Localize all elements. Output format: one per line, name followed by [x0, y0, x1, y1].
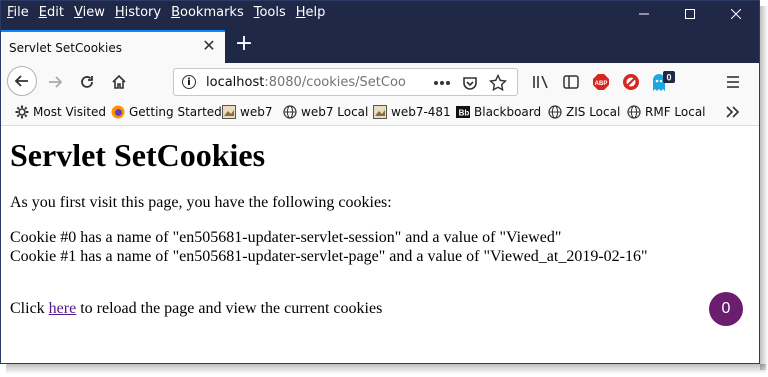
cookie-line: Cookie #0 has a name of "en505681-update…: [10, 229, 562, 246]
minimize-button[interactable]: [621, 1, 667, 27]
minimize-icon: [639, 13, 649, 15]
url-bar[interactable]: i localhost:8080/cookies/SetCook: [173, 68, 518, 96]
reload-button[interactable]: [73, 68, 101, 96]
window-shadow: [6, 364, 766, 374]
reload-instruction: Click here to reload the page and view t…: [10, 300, 382, 318]
script-blocker-button[interactable]: [617, 68, 645, 96]
firefox-icon: [111, 105, 125, 119]
ghostery-count: 0: [666, 73, 671, 83]
adblock-plus-button[interactable]: ABP: [587, 68, 615, 96]
arrow-left-icon: [14, 75, 28, 87]
bookmark-label: web7 Local: [301, 105, 369, 119]
blackboard-icon: Bb: [456, 106, 470, 118]
menu-button[interactable]: [719, 68, 747, 96]
maximize-icon: [685, 9, 695, 19]
intro-text: As you first visit this page, you have t…: [10, 194, 392, 211]
bookmark-star-icon[interactable]: [488, 73, 508, 93]
menu-bar: File Edit View History Bookmarks Tools H…: [1, 1, 759, 27]
reload-link[interactable]: here: [49, 300, 77, 317]
library-button[interactable]: [527, 68, 555, 96]
globe-icon: [548, 105, 562, 119]
menu-edit[interactable]: Edit: [39, 5, 64, 20]
home-button[interactable]: [105, 68, 133, 96]
sidebar-button[interactable]: [557, 68, 585, 96]
forward-button[interactable]: [41, 68, 69, 96]
url-path: :8080/cookies/SetCook: [264, 75, 406, 90]
tab-strip: Servlet SetCookies ✕ +: [1, 27, 759, 63]
bookmark-most-visited[interactable]: Most Visited: [15, 105, 106, 119]
globe-icon: [283, 105, 297, 119]
bookmark-web7-local[interactable]: web7 Local: [283, 105, 368, 119]
close-window-button[interactable]: [713, 1, 759, 27]
sidebar-icon: [563, 75, 579, 89]
bookmark-getting-started[interactable]: Getting Started: [111, 105, 222, 119]
menu-history[interactable]: History: [115, 5, 161, 20]
globe-icon: [627, 105, 641, 119]
navigation-toolbar: i localhost:8080/cookies/SetCook ABP 0: [1, 63, 759, 102]
tab-title: Servlet SetCookies: [9, 41, 122, 55]
image-icon: [373, 105, 387, 119]
svg-text:ABP: ABP: [595, 81, 608, 87]
bookmark-label: RMF Local: [645, 105, 706, 119]
menu-bookmarks[interactable]: Bookmarks: [171, 5, 244, 20]
bookmark-label: Blackboard: [474, 105, 542, 119]
bookmark-blackboard[interactable]: Bb Blackboard: [456, 105, 541, 119]
bookmark-zis-local[interactable]: ZIS Local: [548, 105, 620, 119]
ghostery-button[interactable]: 0: [649, 68, 677, 96]
bookmark-label: ZIS Local: [566, 105, 621, 119]
bookmark-label: web7: [240, 105, 273, 119]
floating-count-badge[interactable]: 0: [709, 292, 743, 326]
ghost-icon: 0: [653, 71, 675, 91]
maximize-button[interactable]: [667, 1, 713, 27]
menu-view[interactable]: View: [74, 5, 105, 20]
bookmark-label: web7-481: [391, 105, 451, 119]
reload-suffix: to reload the page and view the current …: [76, 300, 383, 317]
svg-text:Bb: Bb: [459, 109, 470, 118]
url-host: localhost: [206, 75, 265, 90]
new-tab-button[interactable]: +: [233, 33, 255, 55]
url-text[interactable]: localhost:8080/cookies/SetCook: [206, 75, 406, 90]
tab-close-icon[interactable]: ✕: [201, 38, 217, 54]
chevron-double-right-icon: [726, 106, 740, 118]
menu-tools[interactable]: Tools: [254, 5, 286, 20]
page-title: Servlet SetCookies: [10, 137, 266, 173]
reload-icon: [81, 76, 93, 88]
bookmark-label: Getting Started: [129, 105, 222, 119]
pocket-icon[interactable]: [460, 73, 480, 93]
menu-help[interactable]: Help: [296, 5, 326, 20]
noscript-icon: [623, 74, 639, 90]
back-button[interactable]: [7, 66, 37, 96]
cookie-line: Cookie #1 has a name of "en505681-update…: [10, 248, 648, 265]
library-icon: [533, 75, 548, 89]
bookmark-rmf-local[interactable]: RMF Local: [627, 105, 706, 119]
page-content: Servlet SetCookies As you first visit th…: [1, 126, 759, 363]
arrow-right-icon: [49, 76, 63, 88]
bookmarks-toolbar: Most Visited Getting Started web7 web7 L…: [1, 101, 759, 126]
reload-prefix: Click: [10, 300, 49, 317]
adblock-icon: ABP: [593, 74, 609, 90]
hamburger-icon: [727, 76, 739, 88]
menu-file[interactable]: File: [7, 5, 29, 20]
window-shadow: [760, 6, 768, 370]
close-icon: [731, 9, 741, 19]
gear-icon: [15, 105, 29, 119]
tab-servlet-setcookies[interactable]: Servlet SetCookies ✕: [1, 30, 225, 63]
bookmark-web7-481[interactable]: web7-481: [373, 105, 451, 119]
page-actions-icon[interactable]: [432, 73, 452, 93]
home-icon: [112, 74, 126, 89]
bookmark-web7[interactable]: web7: [222, 105, 272, 119]
bookmarks-overflow-button[interactable]: [725, 105, 741, 119]
browser-window: File Edit View History Bookmarks Tools H…: [0, 0, 760, 364]
bookmark-label: Most Visited: [33, 105, 107, 119]
info-icon[interactable]: i: [182, 75, 196, 89]
cookie-list: Cookie #0 has a name of "en505681-update…: [10, 228, 648, 266]
image-icon: [222, 105, 236, 119]
